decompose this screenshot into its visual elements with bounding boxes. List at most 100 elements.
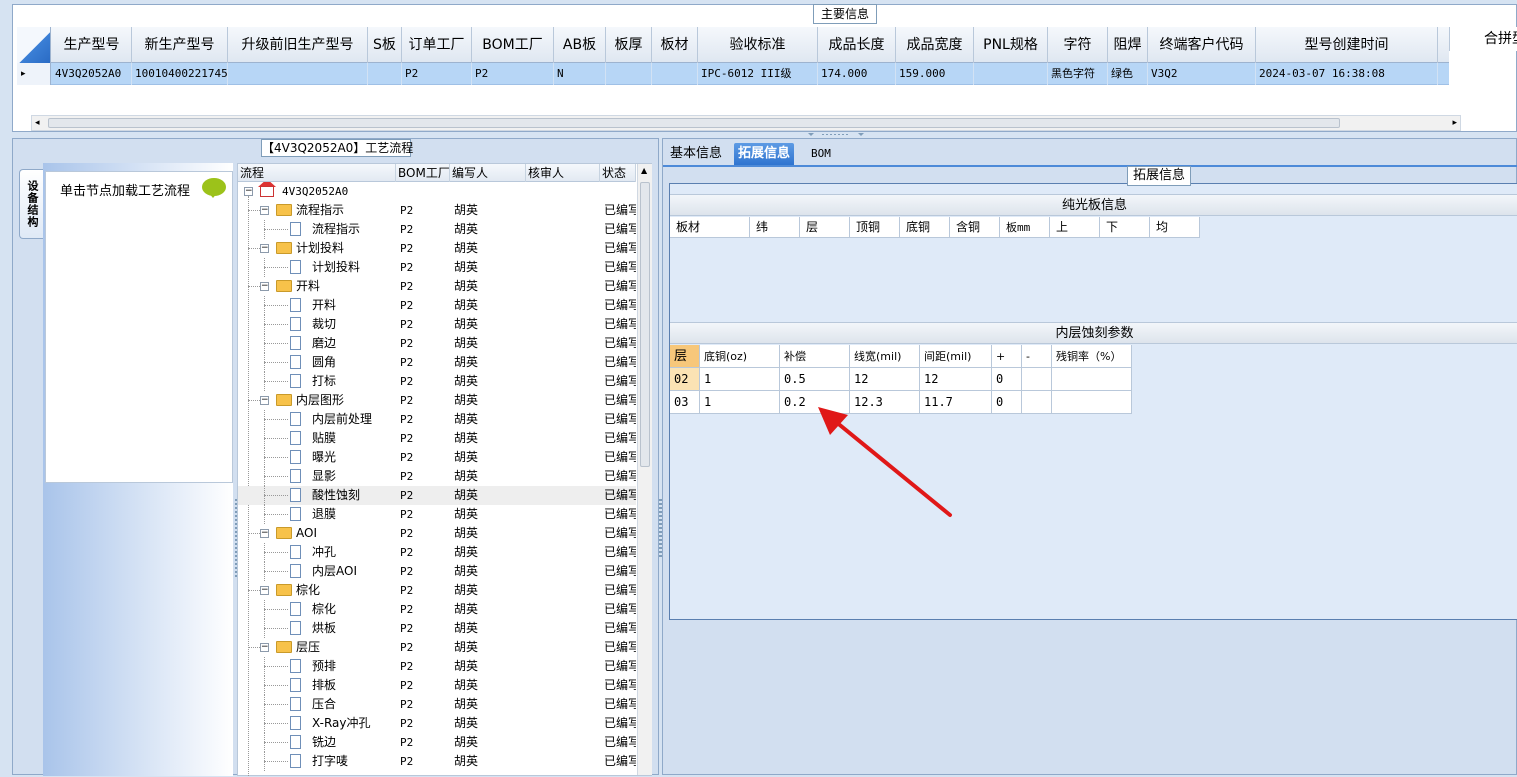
tree-row[interactable]: − 棕化 P2 胡英 已编写 — [238, 581, 636, 600]
column-header[interactable]: 生产型号 — [52, 27, 132, 63]
column-header[interactable]: 含铜 — [950, 217, 1000, 238]
tree-row[interactable]: 预排 P2 胡英 已编写 — [238, 657, 636, 676]
column-header[interactable]: 终端客户代码 — [1148, 27, 1256, 63]
compensation-cell[interactable]: 0.5 — [780, 368, 850, 391]
tree-row[interactable]: 计划投料 P2 胡英 已编写 — [238, 258, 636, 277]
column-header[interactable]: 均 — [1150, 217, 1200, 238]
tree-row[interactable]: 曝光 P2 胡英 已编写 — [238, 448, 636, 467]
column-header[interactable]: 层 — [800, 217, 850, 238]
collapse-icon[interactable]: − — [260, 643, 269, 652]
tree-row[interactable]: − 开料 P2 胡英 已编写 — [238, 277, 636, 296]
column-header[interactable]: 上 — [1050, 217, 1100, 238]
column-header[interactable]: S板 — [368, 27, 402, 63]
vertical-splitter[interactable] — [659, 499, 662, 559]
column-header[interactable]: 板材 — [652, 27, 698, 63]
tree-row[interactable]: 磨边 P2 胡英 已编写 — [238, 334, 636, 353]
column-header[interactable]: - — [1022, 345, 1052, 368]
tree-row[interactable]: 内层前处理 P2 胡英 已编写 — [238, 410, 636, 429]
column-header[interactable]: 成品长度 — [818, 27, 896, 63]
tree-row[interactable]: 排板 P2 胡英 已编写 — [238, 676, 636, 695]
scroll-up-icon[interactable]: ▲ — [641, 166, 647, 175]
tree-row[interactable]: 裁切 P2 胡英 已编写 — [238, 315, 636, 334]
tree-row[interactable]: − AOI P2 胡英 已编写 — [238, 524, 636, 543]
column-header[interactable]: 型号创建时间 — [1256, 27, 1438, 63]
tree-row[interactable]: − 计划投料 P2 胡英 已编写 — [238, 239, 636, 258]
tree-row[interactable]: 打标 P2 胡英 已编写 — [238, 372, 636, 391]
vertical-scrollbar[interactable]: ▲ — [637, 164, 652, 775]
tree-row[interactable]: 内层AOI P2 胡英 已编写 — [238, 562, 636, 581]
tree-row[interactable]: 流程指示 P2 胡英 已编写 — [238, 220, 636, 239]
grid-cell[interactable] — [1022, 391, 1052, 414]
column-header[interactable]: 流程 — [238, 164, 396, 182]
column-header[interactable]: 验收标准 — [698, 27, 818, 63]
grid-cell[interactable] — [1052, 391, 1132, 414]
tab-extended-info[interactable]: 拓展信息 — [734, 143, 795, 165]
column-header[interactable]: 底铜 — [900, 217, 950, 238]
grid-cell[interactable]: 12 — [850, 368, 920, 391]
column-header[interactable]: 字符 — [1048, 27, 1108, 63]
tab-bom[interactable]: BOM — [807, 143, 835, 165]
column-header[interactable]: BOM工厂 — [396, 164, 450, 182]
column-header[interactable]: 残铜率（%） — [1052, 345, 1132, 368]
tree-row[interactable]: − 内层图形 P2 胡英 已编写 — [238, 391, 636, 410]
tree-row[interactable]: 开料 P2 胡英 已编写 — [238, 296, 636, 315]
tree-row[interactable]: 铣边 P2 胡英 已编写 — [238, 733, 636, 752]
grid-cell[interactable] — [1022, 368, 1052, 391]
grid-cell[interactable]: 1 — [700, 391, 780, 414]
grid-cell[interactable]: 12 — [920, 368, 992, 391]
column-header[interactable]: 新生产型号 — [132, 27, 228, 63]
tree-row[interactable]: X-Ray冲孔 P2 胡英 已编写 — [238, 714, 636, 733]
scroll-left-icon[interactable]: ◂ — [35, 118, 40, 128]
column-header[interactable]: BOM工厂 — [472, 27, 554, 63]
column-header[interactable]: 纬 — [750, 217, 800, 238]
tree-row[interactable]: 烘板 P2 胡英 已编写 — [238, 619, 636, 638]
tree-row[interactable]: − 层压 P2 胡英 已编写 — [238, 638, 636, 657]
column-header[interactable]: + — [992, 345, 1022, 368]
column-header[interactable]: 订单工厂 — [402, 27, 472, 63]
tree-row[interactable]: 压合 P2 胡英 已编写 — [238, 695, 636, 714]
grid-cell[interactable]: 1 — [700, 368, 780, 391]
grid-cell[interactable]: 0 — [992, 368, 1022, 391]
tree-row[interactable]: − 流程指示 P2 胡英 已编写 — [238, 201, 636, 220]
column-header[interactable]: 状态 — [600, 164, 636, 182]
column-header[interactable]: PNL规格 — [974, 27, 1048, 63]
tree-row[interactable]: 冲孔 P2 胡英 已编写 — [238, 543, 636, 562]
collapse-icon[interactable]: − — [260, 586, 269, 595]
column-header[interactable]: AB板 — [554, 27, 606, 63]
grid-cell[interactable] — [1052, 368, 1132, 391]
column-header[interactable]: 板材 — [670, 217, 750, 238]
tree-root-node[interactable]: −4V3Q2052A0 — [238, 182, 636, 201]
horizontal-scrollbar[interactable]: ◂ ▸ — [31, 115, 1461, 131]
scrollbar-thumb[interactable] — [640, 182, 650, 467]
column-header[interactable]: 线宽(mil) — [850, 345, 920, 368]
scroll-right-icon[interactable]: ▸ — [1452, 118, 1457, 128]
column-header[interactable]: 板厚 — [606, 27, 652, 63]
tree-row[interactable]: 打字唛 P2 胡英 已编写 — [238, 752, 636, 771]
tree-row[interactable]: 圆角 P2 胡英 已编写 — [238, 353, 636, 372]
collapse-icon[interactable]: − — [260, 244, 269, 253]
column-header[interactable]: 成品宽度 — [896, 27, 974, 63]
column-header[interactable]: 核审人 — [526, 164, 600, 182]
tree-row[interactable]: 棕化 P2 胡英 已编写 — [238, 600, 636, 619]
grid-cell[interactable]: 02 — [670, 368, 700, 391]
column-header[interactable]: 补偿 — [780, 345, 850, 368]
grid-corner-select-all[interactable] — [17, 27, 51, 63]
column-header[interactable]: 板mm — [1000, 217, 1050, 238]
tree-row[interactable]: 酸性蚀刻 P2 胡英 已编写 — [238, 486, 636, 505]
column-header[interactable]: 间距(mil) — [920, 345, 992, 368]
column-header[interactable]: 下 — [1100, 217, 1150, 238]
grid-cell[interactable]: 0 — [992, 391, 1022, 414]
collapse-icon[interactable]: − — [260, 529, 269, 538]
column-header[interactable]: 编写人 — [450, 164, 526, 182]
collapse-icon[interactable]: − — [260, 282, 269, 291]
column-header[interactable]: 层 — [670, 345, 700, 368]
column-header[interactable]: 升级前旧生产型号 — [228, 27, 368, 63]
collapse-icon[interactable]: − — [260, 206, 269, 215]
column-header[interactable]: 顶铜 — [850, 217, 900, 238]
grid-cell[interactable]: 03 — [670, 391, 700, 414]
tree-row[interactable]: 退膜 P2 胡英 已编写 — [238, 505, 636, 524]
tree-row[interactable]: 显影 P2 胡英 已编写 — [238, 467, 636, 486]
collapse-icon[interactable]: − — [260, 396, 269, 405]
tab-basic-info[interactable]: 基本信息 — [666, 143, 726, 165]
scrollbar-thumb[interactable] — [48, 118, 1340, 128]
